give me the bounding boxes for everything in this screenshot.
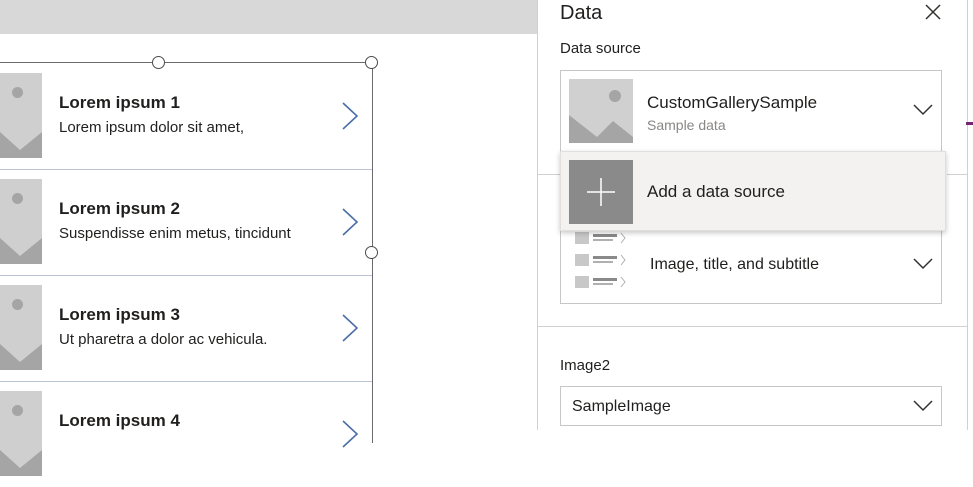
- chevron-down-icon[interactable]: [913, 104, 933, 116]
- row-subtitle: Lorem ipsum dolor sit amet,: [59, 119, 245, 136]
- row-title: Lorem ipsum 4: [59, 411, 180, 430]
- gallery-control[interactable]: Lorem ipsum 1 Lorem ipsum dolor sit amet…: [0, 62, 373, 476]
- canvas-top-bar: [0, 0, 540, 34]
- data-source-menu[interactable]: Add a data source: [560, 151, 946, 231]
- image-placeholder-icon: [569, 79, 633, 143]
- image-field-value: SampleImage: [572, 398, 671, 415]
- data-source-subtitle: Sample data: [647, 117, 726, 133]
- resize-handle-top-right[interactable]: [365, 56, 378, 69]
- data-panel: Data Data source CustomGallerySample Sam…: [537, 0, 968, 430]
- data-source-name: CustomGallerySample: [647, 93, 818, 112]
- section-divider: [538, 174, 560, 175]
- gallery-row[interactable]: Lorem ipsum 3 Ut pharetra a dolor ac veh…: [0, 275, 372, 382]
- accent-tab-indicator: [966, 122, 973, 125]
- chevron-down-icon[interactable]: [913, 258, 933, 270]
- layout-value: Image, title, and subtitle: [650, 256, 819, 273]
- gallery-row[interactable]: Lorem ipsum 4: [0, 381, 372, 487]
- chevron-right-icon[interactable]: [340, 101, 360, 131]
- row-title: Lorem ipsum 3: [59, 305, 180, 324]
- layout-dropdown[interactable]: Image, title, and subtitle: [560, 230, 942, 304]
- image-field-dropdown[interactable]: SampleImage: [560, 386, 942, 426]
- row-subtitle: Suspendisse enim metus, tincidunt: [59, 225, 291, 242]
- data-source-dropdown[interactable]: CustomGallerySample Sample data: [560, 70, 942, 152]
- placeholder-image-icon: [0, 179, 42, 264]
- chevron-right-icon[interactable]: [340, 313, 360, 343]
- image-field-label: Image2: [560, 357, 611, 374]
- chevron-right-icon[interactable]: [340, 207, 360, 237]
- plus-icon: [569, 160, 633, 224]
- resize-handle-top[interactable]: [152, 56, 165, 69]
- add-data-source-item[interactable]: Add a data source: [647, 182, 785, 202]
- placeholder-image-icon: [0, 391, 42, 476]
- placeholder-image-icon: [0, 73, 42, 158]
- gallery-row[interactable]: Lorem ipsum 1 Lorem ipsum dolor sit amet…: [0, 63, 372, 170]
- layout-preview-icon: [575, 232, 626, 288]
- chevron-right-icon[interactable]: [340, 419, 360, 449]
- row-title: Lorem ipsum 1: [59, 93, 180, 112]
- placeholder-image-icon: [0, 285, 42, 370]
- row-title: Lorem ipsum 2: [59, 199, 180, 218]
- gallery-row[interactable]: Lorem ipsum 2 Suspendisse enim metus, ti…: [0, 169, 372, 276]
- row-subtitle: Ut pharetra a dolor ac vehicula.: [59, 331, 268, 348]
- section-divider: [538, 326, 967, 327]
- panel-title: Data: [560, 2, 603, 24]
- data-source-label: Data source: [560, 40, 641, 57]
- chevron-down-icon[interactable]: [913, 400, 933, 412]
- close-icon[interactable]: [921, 0, 945, 24]
- section-divider: [947, 174, 967, 175]
- resize-handle-right[interactable]: [365, 246, 378, 259]
